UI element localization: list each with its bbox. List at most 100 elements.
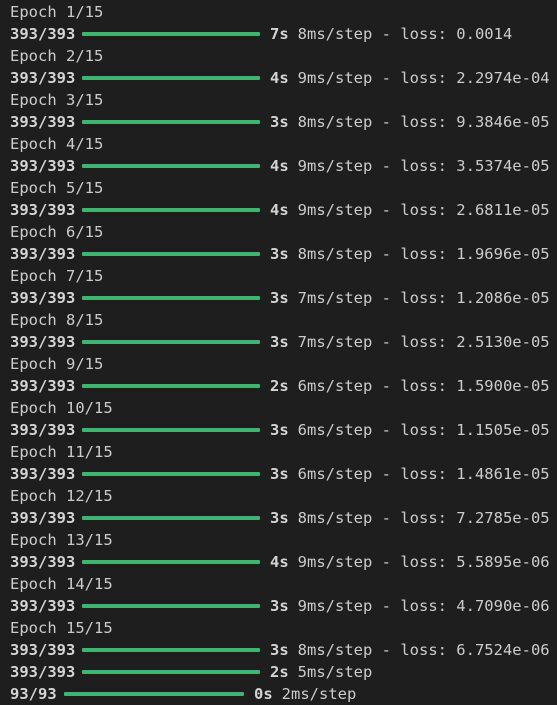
epoch-label: Epoch 13/15 [10, 531, 113, 549]
step-counter: 393/393 [10, 641, 76, 659]
progress-bar [82, 604, 260, 608]
epoch-label: Epoch 10/15 [10, 399, 113, 417]
step-counter: 393/393 [10, 377, 76, 395]
step-counter: 393/393 [10, 157, 76, 175]
elapsed-time: 2s [270, 663, 289, 681]
step-counter: 393/393 [10, 597, 76, 615]
progress-bar [82, 120, 260, 124]
epoch-label: Epoch 12/15 [10, 487, 113, 505]
elapsed-time: 4s [270, 201, 289, 219]
step-metrics: 9ms/step - loss: 3.5374e-05 [297, 157, 550, 175]
epoch-log: Epoch 1/15 393/393 7s 8ms/step - loss: 0.00… [10, 1, 557, 661]
step-metrics: 8ms/step - loss: 0.0014 [297, 25, 513, 43]
step-counter: 393/393 [10, 553, 76, 571]
progress-bar [82, 252, 260, 256]
epoch-label: Epoch 2/15 [10, 47, 104, 65]
epoch-label: Epoch 15/15 [10, 619, 113, 637]
progress-bar [82, 296, 260, 300]
epoch-label: Epoch 3/15 [10, 91, 104, 109]
elapsed-time: 3s [270, 509, 289, 527]
step-metrics: 9ms/step - loss: 2.2974e-04 [297, 69, 550, 87]
elapsed-time: 3s [270, 289, 289, 307]
step-metrics: 9ms/step - loss: 2.6811e-05 [297, 201, 550, 219]
progress-line: 393/393 2s 6ms/step - loss: 1.5900e-05 [10, 375, 557, 397]
progress-bar [82, 340, 260, 344]
elapsed-time: 7s [270, 25, 289, 43]
step-metrics: 5ms/step [297, 663, 373, 681]
elapsed-time: 3s [270, 113, 289, 131]
elapsed-time: 0s [254, 685, 273, 703]
step-counter: 393/393 [10, 465, 76, 483]
epoch-label: Epoch 7/15 [10, 267, 104, 285]
progress-line: 393/393 3s 6ms/step - loss: 1.1505e-05 [10, 419, 557, 441]
progress-line: 393/393 3s 6ms/step - loss: 1.4861e-05 [10, 463, 557, 485]
progress-line: 393/393 4s 9ms/step - loss: 2.2974e-04 [10, 67, 557, 89]
epoch-label: Epoch 6/15 [10, 223, 104, 241]
step-counter: 393/393 [10, 25, 76, 43]
elapsed-time: 3s [270, 465, 289, 483]
progress-line: 393/393 4s 9ms/step - loss: 3.5374e-05 [10, 155, 557, 177]
progress-line: 393/393 3s 9ms/step - loss: 4.7090e-06 [10, 595, 557, 617]
elapsed-time: 4s [270, 157, 289, 175]
epoch-label: Epoch 14/15 [10, 575, 113, 593]
step-metrics: 6ms/step - loss: 1.1505e-05 [297, 421, 550, 439]
step-counter: 393/393 [10, 245, 76, 263]
progress-bar [82, 516, 260, 520]
step-counter: 393/393 [10, 113, 76, 131]
progress-line: 393/393 4s 9ms/step - loss: 2.6811e-05 [10, 199, 557, 221]
epoch-label: Epoch 9/15 [10, 355, 104, 373]
progress-bar [82, 560, 260, 564]
progress-bar [82, 472, 260, 476]
step-metrics: 9ms/step - loss: 4.7090e-06 [297, 597, 550, 615]
step-counter: 93/93 [10, 685, 57, 703]
progress-line: 393/393 7s 8ms/step - loss: 0.0014 [10, 23, 557, 45]
elapsed-time: 3s [270, 641, 289, 659]
progress-line: 393/393 3s 8ms/step - loss: 7.2785e-05 [10, 507, 557, 529]
elapsed-time: 2s [270, 377, 289, 395]
progress-bar [82, 384, 260, 388]
step-metrics: 8ms/step - loss: 1.9696e-05 [297, 245, 550, 263]
progress-bar [82, 32, 260, 36]
progress-bar [82, 164, 260, 168]
progress-bar [82, 670, 260, 674]
progress-line: 393/393 3s 8ms/step - loss: 1.9696e-05 [10, 243, 557, 265]
progress-bar [82, 76, 260, 80]
epoch-label: Epoch 8/15 [10, 311, 104, 329]
predict-log: 393/393 2s 5ms/step 93/93 0s 2ms/step [10, 661, 557, 705]
elapsed-time: 3s [270, 597, 289, 615]
elapsed-time: 4s [270, 69, 289, 87]
progress-bar [82, 208, 260, 212]
step-metrics: 8ms/step - loss: 9.3846e-05 [297, 113, 550, 131]
progress-bar [82, 428, 260, 432]
step-metrics: 8ms/step - loss: 6.7524e-06 [297, 641, 550, 659]
epoch-label: Epoch 11/15 [10, 443, 113, 461]
elapsed-time: 3s [270, 245, 289, 263]
progress-line: 93/93 0s 2ms/step [10, 683, 557, 705]
step-metrics: 6ms/step - loss: 1.4861e-05 [297, 465, 550, 483]
progress-bar [82, 648, 260, 652]
elapsed-time: 3s [270, 421, 289, 439]
elapsed-time: 4s [270, 553, 289, 571]
step-metrics: 9ms/step - loss: 5.5895e-06 [297, 553, 550, 571]
step-metrics: 6ms/step - loss: 1.5900e-05 [297, 377, 550, 395]
step-counter: 393/393 [10, 509, 76, 527]
step-metrics: 7ms/step - loss: 2.5130e-05 [297, 333, 550, 351]
epoch-label: Epoch 1/15 [10, 3, 104, 21]
terminal-output: Epoch 1/15 393/393 7s 8ms/step - loss: 0.00… [0, 0, 557, 705]
progress-line: 393/393 3s 7ms/step - loss: 1.2086e-05 [10, 287, 557, 309]
step-counter: 393/393 [10, 663, 76, 681]
epoch-label: Epoch 5/15 [10, 179, 104, 197]
elapsed-time: 3s [270, 333, 289, 351]
progress-line: 393/393 3s 7ms/step - loss: 2.5130e-05 [10, 331, 557, 353]
progress-bar [64, 692, 244, 696]
step-counter: 393/393 [10, 333, 76, 351]
step-counter: 393/393 [10, 289, 76, 307]
progress-line: 393/393 3s 8ms/step - loss: 9.3846e-05 [10, 111, 557, 133]
step-counter: 393/393 [10, 201, 76, 219]
epoch-label: Epoch 4/15 [10, 135, 104, 153]
step-counter: 393/393 [10, 421, 76, 439]
step-metrics: 8ms/step - loss: 7.2785e-05 [297, 509, 550, 527]
step-counter: 393/393 [10, 69, 76, 87]
step-metrics: 2ms/step [281, 685, 357, 703]
progress-line: 393/393 4s 9ms/step - loss: 5.5895e-06 [10, 551, 557, 573]
